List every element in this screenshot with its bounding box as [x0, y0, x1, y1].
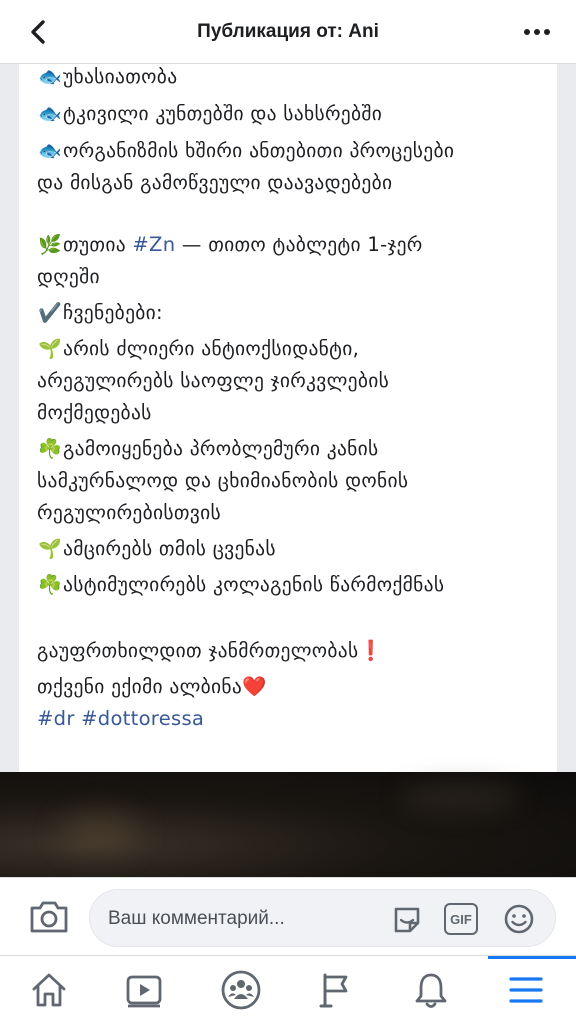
indication-item: ☘️გამოიყენება პრობლემური კანის სამკურნალ…: [37, 433, 547, 529]
notifications-bell-icon: [415, 973, 447, 1008]
chevron-left-icon: [31, 20, 45, 44]
comment-input[interactable]: [108, 904, 388, 934]
indication-text: გამოიყენება პრობლემური კანის: [63, 437, 379, 460]
smiley-icon[interactable]: [502, 903, 536, 935]
signature-text: თქვენი ექიმი ალბინა: [37, 675, 243, 698]
indication-text: მოქმედებას: [37, 401, 152, 424]
gif-button[interactable]: GIF: [444, 903, 478, 935]
zinc-text: თუთია: [63, 233, 133, 256]
zinc-line-2: დღეში: [37, 265, 100, 288]
indication-text: არეგულირებს საოფლე ჯირკვლების: [37, 369, 390, 392]
post-line: და მისგან გამოწვეული დაავადებები: [37, 167, 547, 199]
menu-icon: [509, 977, 543, 1003]
post-card: 🐟უხასიათობა 🐟ტკივილი კუნთებში და სახსრებ…: [19, 64, 557, 772]
zinc-dosage-text: — თითო ტაბლეტი 1-ჯერ: [175, 233, 423, 256]
fish-emoji-icon: 🐟: [38, 66, 62, 88]
indication-text: ასტიმულირებს კოლაგენის წარმოქმნას: [63, 573, 445, 596]
camera-icon: [30, 901, 68, 933]
bottom-tab-bar: [0, 955, 576, 1024]
herb-emoji-icon: 🌿: [38, 234, 62, 256]
warning-line: გაუფრთხილდით ჯანმრთელობას❗: [37, 635, 547, 667]
post-text: 🐟უხასიათობა 🐟ტკივილი კუნთებში და სახსრებ…: [37, 64, 547, 735]
exclamation-icon: ❗: [358, 639, 384, 662]
post-line: 🐟ტკივილი კუნთებში და სახსრებში: [37, 98, 547, 130]
indication-item: ☘️ასტიმულირებს კოლაგენის წარმოქმნას: [37, 569, 547, 601]
top-bar: Публикация от: Ani: [0, 0, 576, 64]
tab-watch[interactable]: [121, 968, 167, 1012]
post-line: 🐟ორგანიზმის ხშირი ანთებითი პროცესები: [37, 135, 547, 167]
post-line-text: ორგანიზმის ხშირი ანთებითი პროცესები: [63, 139, 455, 162]
hashtags-link[interactable]: #dr #dottoressa: [37, 703, 547, 735]
tab-notifications[interactable]: [408, 968, 454, 1012]
tab-pages[interactable]: [313, 968, 359, 1012]
indications-label: ჩვენებები:: [63, 301, 163, 324]
pages-flag-icon: [319, 973, 348, 1008]
post-line-text: ტკივილი კუნთებში და სახსრებში: [63, 102, 383, 125]
post-feed[interactable]: 🐟უხასიათობა 🐟ტკივილი კუნთებში და სახსრებ…: [0, 64, 576, 877]
more-options-button[interactable]: [520, 18, 554, 46]
camera-button[interactable]: [28, 898, 70, 936]
seedling-emoji-icon: 🌱: [38, 338, 62, 360]
indication-text: არის ძლიერი ანტიოქსიდანტი,: [63, 337, 360, 360]
post-line-text: უხასიათობა: [63, 65, 178, 88]
sticker-icon[interactable]: [390, 903, 424, 935]
comment-input-wrapper[interactable]: GIF: [89, 889, 556, 947]
indication-item: 🌱არის ძლიერი ანტიოქსიდანტი, არეგულირებს …: [37, 333, 547, 429]
tab-groups[interactable]: [218, 968, 264, 1012]
shamrock-emoji-icon: ☘️: [38, 438, 62, 460]
shamrock-emoji-icon: ☘️: [38, 574, 62, 596]
post-photo[interactable]: [0, 772, 576, 877]
indication-item: 🌱ამცირებს თმის ცვენას: [37, 533, 547, 565]
indication-text: ამცირებს თმის ცვენას: [63, 537, 276, 560]
ellipsis-icon: [524, 29, 550, 35]
check-mark-icon: ✔️: [38, 302, 62, 324]
groups-icon: [221, 970, 261, 1010]
indication-text: რეგულირებისთვის: [37, 501, 221, 524]
fish-emoji-icon: 🐟: [38, 140, 62, 162]
post-line-text: და მისგან გამოწვეული დაავადებები: [37, 171, 393, 194]
seedling-emoji-icon: 🌱: [38, 538, 62, 560]
active-tab-indicator: [488, 956, 576, 959]
photo-detail: [400, 782, 520, 812]
warning-text: გაუფრთხილდით ჯანმრთელობას: [37, 639, 359, 662]
tab-menu[interactable]: [503, 968, 549, 1012]
post-line: 🐟უხასიათობა: [37, 64, 547, 93]
photo-detail: [60, 812, 140, 852]
heart-icon: ❤️: [242, 675, 267, 698]
page-title: Публикация от: Ani: [197, 20, 379, 42]
indications-heading: ✔️ჩვენებები:: [37, 297, 547, 329]
zinc-line: 🌿თუთია #Zn — თითო ტაბლეტი 1-ჯერ: [37, 229, 547, 261]
tab-home[interactable]: [26, 968, 72, 1012]
hashtag-zn-link[interactable]: #Zn: [132, 233, 175, 256]
comment-bar: GIF: [0, 877, 576, 955]
home-icon: [32, 973, 66, 1007]
back-button[interactable]: [20, 14, 56, 50]
fish-emoji-icon: 🐟: [38, 103, 62, 125]
signature-line: თქვენი ექიმი ალბინა❤️: [37, 671, 547, 703]
watch-icon: [126, 975, 162, 1008]
indication-text: სამკურნალოდ და ცხიმიანობის დონის: [37, 469, 409, 492]
